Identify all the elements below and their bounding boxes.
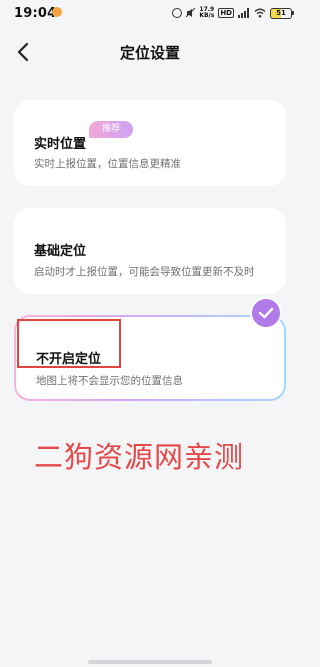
hd-badge: HD [218, 8, 234, 18]
battery-icon: 51 [270, 7, 294, 19]
recommend-badge: 推荐 [89, 121, 133, 138]
status-bar: 19:04 17.9 KB/s HD 51 [0, 0, 300, 26]
check-icon [258, 307, 274, 319]
status-time: 19:04 [14, 6, 57, 21]
annotation-highlight-box [17, 319, 121, 368]
network-speed-unit: KB/s [199, 12, 215, 19]
selected-indicator [250, 297, 282, 329]
alarm-icon [172, 8, 183, 18]
nav-bar: 定位设置 [0, 30, 300, 74]
mute-icon [186, 8, 196, 18]
option-title: 实时位置 [34, 137, 87, 152]
option-description: 地图上将不会显示您的位置信息 [36, 375, 183, 387]
network-speed: 17.9 KB/s [199, 7, 214, 19]
app-notification-icon [52, 7, 62, 17]
option-realtime-location[interactable]: 推荐 实时位置 实时上报位置，位置信息更精准 [14, 100, 286, 186]
option-basic-location[interactable]: 基础定位 启动时才上报位置，可能会导致位置更新不及时 [14, 208, 286, 294]
wifi-icon [254, 8, 266, 18]
option-description: 实时上报位置，位置信息更精准 [34, 158, 181, 170]
signal-icon [238, 8, 249, 18]
option-title: 基础定位 [34, 244, 87, 259]
option-description: 启动时才上报位置，可能会导致位置更新不及时 [34, 266, 255, 278]
home-indicator[interactable] [88, 660, 212, 664]
watermark-text: 二狗资源网亲测 [34, 440, 245, 474]
status-icons: 17.9 KB/s HD 51 [172, 6, 294, 20]
page-title: 定位设置 [119, 44, 180, 62]
